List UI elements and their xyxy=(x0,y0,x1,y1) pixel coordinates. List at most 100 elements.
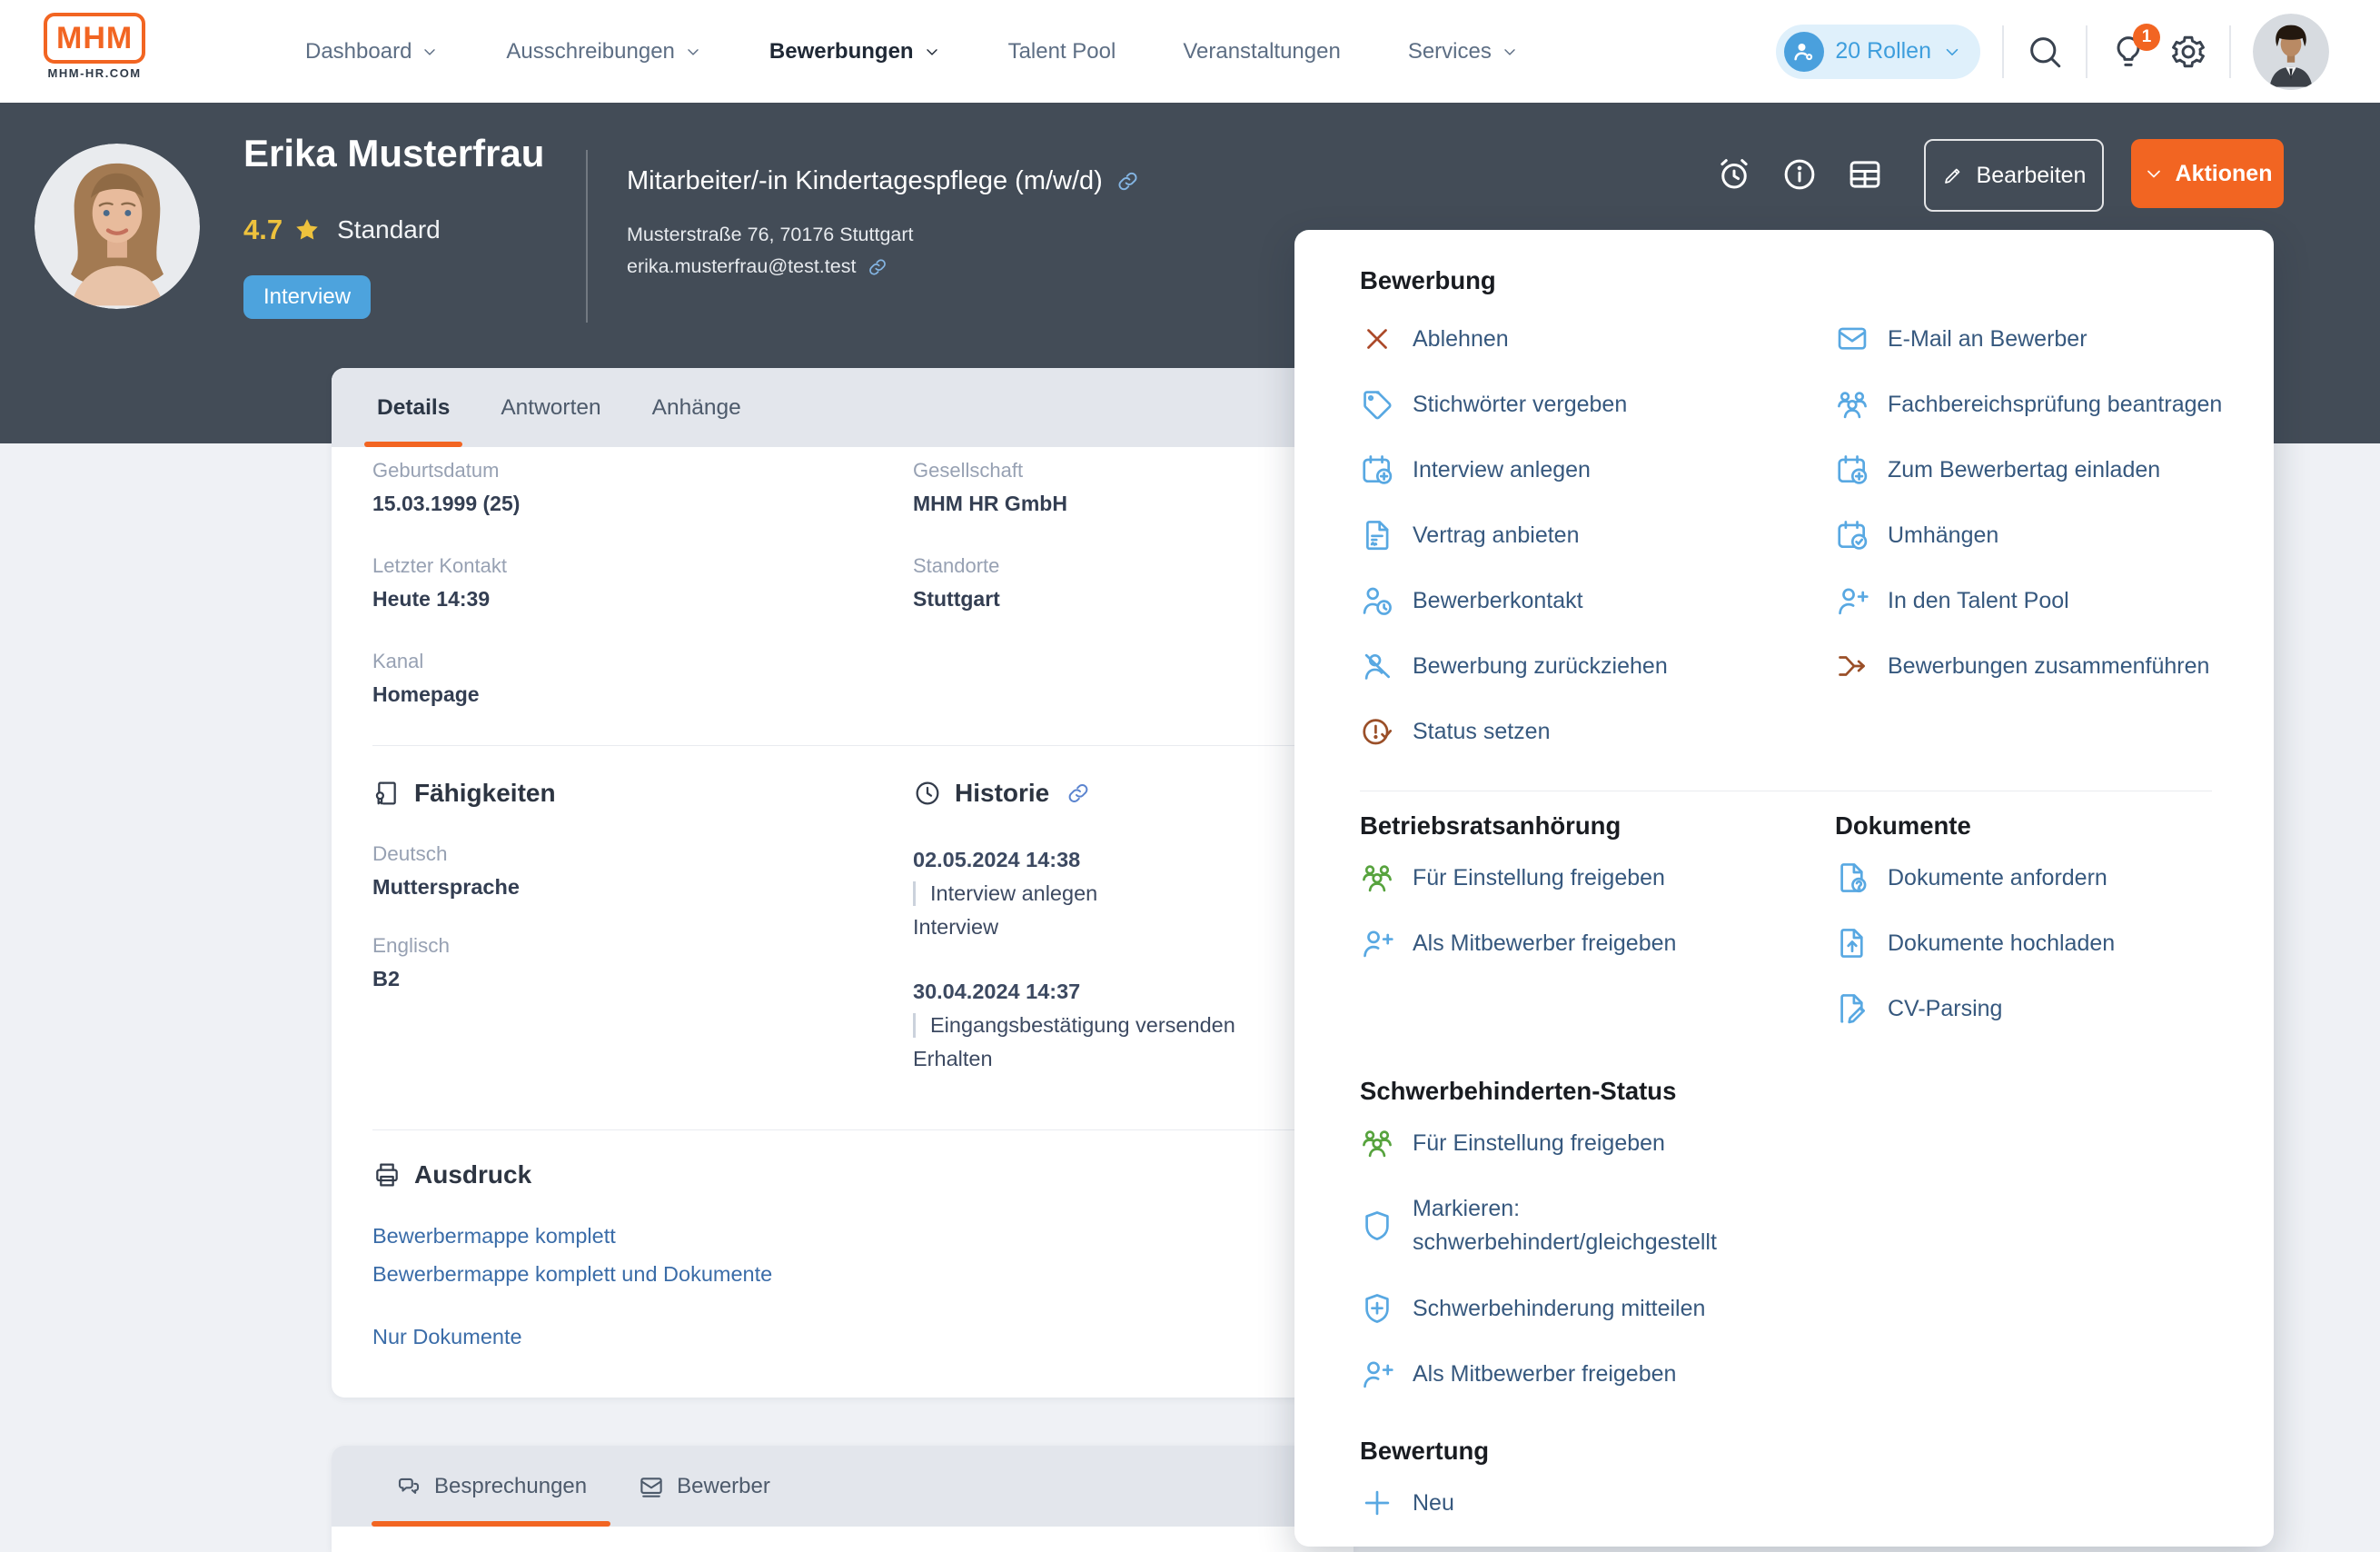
clock-icon xyxy=(913,779,942,808)
menu-item-fuer-einstellung-freigeben[interactable]: Für Einstellung freigeben xyxy=(1360,1110,1905,1176)
table-icon[interactable] xyxy=(1846,155,1884,194)
candidate-email-row: erika.musterfrau@test.test xyxy=(627,255,888,278)
calendar-check-icon xyxy=(1835,518,1869,552)
edit-button[interactable]: Bearbeiten xyxy=(1924,139,2104,212)
menu-item-als-mitbewerber-freigeben[interactable]: Als Mitbewerber freigeben xyxy=(1360,1341,1905,1407)
menu-item-email-an-bewerber[interactable]: E-Mail an Bewerber xyxy=(1835,306,2253,372)
nav-item-dashboard[interactable]: Dashboard xyxy=(305,39,439,65)
menu-item-markieren-schwerbehindert[interactable]: Markieren: schwerbehindert/gleichgestell… xyxy=(1360,1176,1905,1276)
menu-item-interview-anlegen[interactable]: Interview anlegen xyxy=(1360,437,1832,502)
app-window: MHM MHM-HR.COM Dashboard Ausschreibungen… xyxy=(0,0,2380,1552)
divider xyxy=(2086,25,2087,78)
shield-icon xyxy=(1360,1209,1394,1243)
menu-item-umhaengen[interactable]: Umhängen xyxy=(1835,502,2253,568)
menu-item-schwerbehinderung-mitteilen[interactable]: Schwerbehinderung mitteilen xyxy=(1360,1276,1905,1341)
job-title-row: Mitarbeiter/-in Kindertagespflege (m/w/d… xyxy=(627,166,1140,196)
shield-plus-icon xyxy=(1360,1291,1394,1326)
header-tool-icons xyxy=(1715,155,1884,194)
certificate-icon xyxy=(372,779,402,808)
person-withdraw-icon xyxy=(1360,649,1394,683)
tab-anhaenge[interactable]: Anhänge xyxy=(652,368,741,447)
menu-item-dokumente-hochladen[interactable]: Dokumente hochladen xyxy=(1835,910,2253,976)
menu-item-ablehnen[interactable]: Ablehnen xyxy=(1360,306,1832,372)
menu-item-vertrag-anbieten[interactable]: Vertrag anbieten xyxy=(1360,502,1832,568)
logo-text: MHM xyxy=(44,13,145,64)
menu-item-fachbereichspruefung-beantragen[interactable]: Fachbereichsprüfung beantragen xyxy=(1835,372,2253,437)
nav-item-bewerbungen[interactable]: Bewerbungen xyxy=(769,39,941,65)
job-title: Mitarbeiter/-in Kindertagespflege (m/w/d… xyxy=(627,166,1103,196)
skill-label: Englisch xyxy=(372,934,881,958)
betriebsrat-section: Betriebsratsanhörung Für Einstellung fre… xyxy=(1360,811,1814,976)
actions-button[interactable]: Aktionen xyxy=(2131,139,2284,208)
history-section: Historie 02.05.2024 14:38 Interview anle… xyxy=(913,779,1322,1071)
schwerbehinderung-section: Schwerbehinderten-Status Für Einstellung… xyxy=(1360,1077,1905,1407)
divider xyxy=(372,1129,1313,1130)
menu-item-neu[interactable]: Neu xyxy=(1360,1470,1814,1536)
gear-icon[interactable] xyxy=(2169,33,2207,71)
menu-item-stichwoerter-vergeben[interactable]: Stichwörter vergeben xyxy=(1360,372,1832,437)
account-avatar[interactable] xyxy=(2253,14,2329,90)
tab-bewerber[interactable]: Bewerber xyxy=(638,1446,770,1527)
people-group-icon xyxy=(1360,861,1394,895)
calendar-plus-icon xyxy=(1835,453,1869,487)
divider xyxy=(2229,25,2231,78)
alarm-clock-icon[interactable] xyxy=(1715,155,1753,194)
tab-besprechungen[interactable]: Besprechungen xyxy=(395,1446,587,1527)
star-icon xyxy=(293,216,321,244)
person-plus-icon xyxy=(1835,583,1869,618)
top-navigation-bar: MHM MHM-HR.COM Dashboard Ausschreibungen… xyxy=(0,0,2380,103)
nav-item-services[interactable]: Services xyxy=(1408,39,1519,65)
nav-item-veranstaltungen[interactable]: Veranstaltungen xyxy=(1183,39,1340,65)
roles-label: 20 Rollen xyxy=(1835,38,1931,65)
menu-item-zum-bewerbertag-einladen[interactable]: Zum Bewerbertag einladen xyxy=(1835,437,2253,502)
info-icon[interactable] xyxy=(1780,155,1819,194)
menu-item-in-den-talent-pool[interactable]: In den Talent Pool xyxy=(1835,568,2253,633)
history-entry: 02.05.2024 14:38 Interview anlegen Inter… xyxy=(913,848,1322,940)
printer-icon xyxy=(372,1160,402,1189)
application-details-card: Details Antworten Anhänge Geburtsdatum 1… xyxy=(332,368,1354,1398)
bottom-panel-card: Besprechungen Bewerber xyxy=(332,1446,1354,1552)
candidate-email: erika.musterfrau@test.test xyxy=(627,255,856,278)
link-icon[interactable] xyxy=(867,256,888,278)
person-plus-icon xyxy=(1360,926,1394,960)
chevron-down-icon xyxy=(1501,43,1519,61)
candidate-photo xyxy=(35,144,200,309)
menu-item-fuer-einstellung-freigeben[interactable]: Für Einstellung freigeben xyxy=(1360,845,1814,910)
document-upload-icon xyxy=(1835,926,1869,960)
rating-score: 4.7 xyxy=(243,214,283,246)
menu-section-betriebsratsanhoerung: Betriebsratsanhörung xyxy=(1360,811,1814,841)
menu-item-cv-parsing[interactable]: CV-Parsing xyxy=(1835,976,2253,1041)
roles-selector[interactable]: 20 Rollen xyxy=(1776,25,1980,79)
app-logo[interactable]: MHM MHM-HR.COM xyxy=(44,13,145,80)
notifications-button[interactable]: 1 xyxy=(2109,33,2147,71)
print-section: Ausdruck Bewerbermappe komplett Bewerber… xyxy=(372,1160,1008,1349)
field-kanal: Kanal Homepage xyxy=(372,650,881,707)
print-link-nur-dokumente[interactable]: Nur Dokumente xyxy=(372,1325,1008,1349)
print-link-bewerbermappe-dokumente[interactable]: Bewerbermappe komplett und Dokumente xyxy=(372,1262,1008,1287)
menu-item-bewerberkontakt[interactable]: Bewerberkontakt xyxy=(1360,568,1832,633)
tab-details[interactable]: Details xyxy=(377,368,450,447)
nav-item-ausschreibungen[interactable]: Ausschreibungen xyxy=(506,39,701,65)
field-geburtsdatum: Geburtsdatum 15.03.1999 (25) xyxy=(372,459,881,516)
menu-item-als-mitbewerber-freigeben[interactable]: Als Mitbewerber freigeben xyxy=(1360,910,1814,976)
menu-item-bewerbungen-zusammenfuehren[interactable]: Bewerbungen zusammenführen xyxy=(1835,633,2253,699)
link-icon[interactable] xyxy=(1116,169,1140,194)
tab-antworten[interactable]: Antworten xyxy=(501,368,600,447)
bottom-tabbar: Besprechungen Bewerber xyxy=(332,1446,1354,1527)
menu-section-dokumente: Dokumente xyxy=(1835,811,2253,841)
menu-item-status-setzen[interactable]: Status setzen xyxy=(1360,699,1832,764)
tag-icon xyxy=(1360,387,1394,422)
print-link-bewerbermappe[interactable]: Bewerbermappe komplett xyxy=(372,1224,1008,1249)
mail-icon xyxy=(1835,322,1869,356)
plus-icon xyxy=(1360,1486,1394,1520)
menu-item-bewerbung-zurueckziehen[interactable]: Bewerbung zurückziehen xyxy=(1360,633,1832,699)
calendar-plus-icon xyxy=(1360,453,1394,487)
rating-label: Standard xyxy=(337,215,441,244)
link-icon[interactable] xyxy=(1066,781,1091,806)
search-icon[interactable] xyxy=(2026,33,2064,71)
nav-item-talent-pool[interactable]: Talent Pool xyxy=(1008,39,1116,65)
history-heading: Historie xyxy=(913,779,1322,808)
menu-item-dokumente-anfordern[interactable]: Dokumente anfordern xyxy=(1835,845,2253,910)
status-badge[interactable]: Interview xyxy=(243,275,371,319)
chevron-down-icon xyxy=(923,43,941,61)
